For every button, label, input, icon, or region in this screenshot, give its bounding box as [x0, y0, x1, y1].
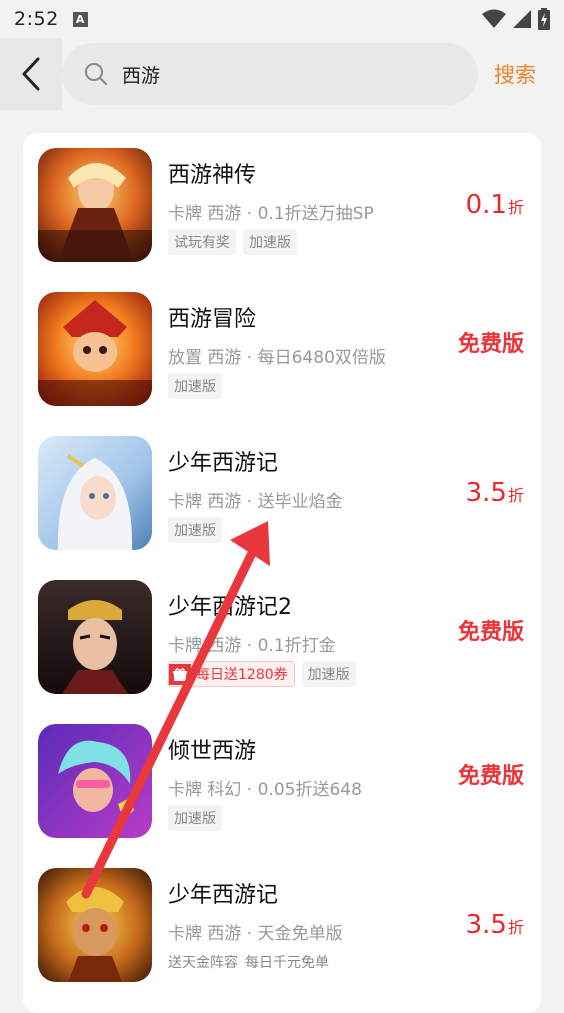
game-tag: 加速版 [301, 661, 356, 687]
game-tag: 送天金阵容 [168, 955, 238, 971]
game-list-item[interactable]: 西游冒险 放置 西游 · 每日6480双倍版 加速版 免费版 [23, 277, 541, 406]
discount-label: 3.5折 [466, 910, 524, 940]
promo-tag-label: 每日送1280券 [196, 667, 288, 683]
status-time: 2:52 [14, 8, 59, 30]
status-bar: 2:52 A [0, 0, 564, 38]
discount-unit: 折 [507, 918, 524, 937]
game-name: 少年西游记2 [168, 595, 292, 620]
discount-label: 0.1折 [466, 190, 524, 220]
wifi-icon [482, 9, 506, 28]
game-description: 卡牌 西游 · 0.1折打金 [168, 636, 336, 656]
game-name: 西游冒险 [168, 307, 257, 332]
game-description: 卡牌 西游 · 天金免单版 [168, 924, 343, 944]
game-description: 卡牌 西游 · 0.1折送万抽SP [168, 204, 374, 224]
game-icon [38, 436, 152, 550]
game-tags: 送天金阵容 每日千元免单 [168, 949, 329, 975]
game-tag: 加速版 [243, 229, 297, 255]
discount-label: 3.5折 [466, 478, 524, 508]
search-header: 搜索 [0, 38, 564, 110]
game-description: 放置 西游 · 每日6480双倍版 [168, 348, 386, 368]
back-button[interactable] [0, 38, 62, 110]
battery-charging-icon [538, 8, 550, 30]
accessibility-notification-icon: A [72, 11, 88, 27]
search-results-list: 西游神传 卡牌 西游 · 0.1折送万抽SP 试玩有奖 加速版 0.1折 西游冒… [23, 133, 541, 1013]
game-tags: 试玩有奖 加速版 [168, 229, 297, 255]
game-tags: 加速版 [168, 373, 222, 399]
game-icon [38, 580, 152, 694]
discount-unit: 折 [507, 486, 524, 505]
game-list-item[interactable]: 少年西游记2 卡牌 西游 · 0.1折打金 每日送1280券 加速版 免费版 [23, 565, 541, 694]
promo-tag: 每日送1280券 [168, 661, 295, 687]
game-list-item[interactable]: 少年西游记 卡牌 西游 · 送毕业焰金 加速版 3.5折 [23, 421, 541, 550]
game-icon [38, 292, 152, 406]
game-tag: 加速版 [168, 517, 222, 543]
free-version-label: 免费版 [457, 620, 524, 645]
game-tags: 加速版 [168, 517, 222, 543]
game-tag: 加速版 [168, 805, 222, 831]
game-name: 西游神传 [168, 163, 257, 188]
free-version-label: 免费版 [457, 764, 524, 789]
game-list-item[interactable]: 少年西游记 卡牌 西游 · 天金免单版 送天金阵容 每日千元免单 3.5折 [23, 853, 541, 982]
game-tags: 加速版 [168, 805, 222, 831]
discount-value: 3.5 [465, 910, 507, 940]
game-list-item[interactable]: 西游神传 卡牌 西游 · 0.1折送万抽SP 试玩有奖 加速版 0.1折 [23, 133, 541, 262]
gift-icon [169, 663, 191, 685]
discount-value: 3.5 [465, 478, 507, 508]
game-description: 卡牌 科幻 · 0.05折送648 [168, 780, 362, 800]
game-icon [38, 724, 152, 838]
game-tag: 试玩有奖 [168, 229, 236, 255]
discount-value: 0.1 [465, 190, 507, 220]
game-name: 少年西游记 [168, 883, 279, 908]
game-name: 倾世西游 [168, 739, 257, 764]
search-button[interactable]: 搜索 [494, 59, 536, 89]
game-tags: 每日送1280券 加速版 [168, 661, 356, 687]
status-icons [482, 8, 550, 30]
search-icon [85, 63, 107, 85]
cellular-signal-icon [513, 10, 531, 28]
game-list-item[interactable]: 倾世西游 卡牌 科幻 · 0.05折送648 加速版 免费版 [23, 709, 541, 838]
game-tag: 每日千元免单 [245, 955, 329, 971]
game-icon [38, 868, 152, 982]
game-icon [38, 148, 152, 262]
discount-unit: 折 [507, 198, 524, 217]
game-name: 少年西游记 [168, 451, 279, 476]
chevron-left-icon [22, 57, 40, 91]
game-description: 卡牌 西游 · 送毕业焰金 [168, 492, 343, 512]
search-box[interactable] [62, 43, 478, 105]
search-input[interactable] [122, 63, 442, 85]
free-version-label: 免费版 [457, 332, 524, 357]
game-tag: 加速版 [168, 373, 222, 399]
